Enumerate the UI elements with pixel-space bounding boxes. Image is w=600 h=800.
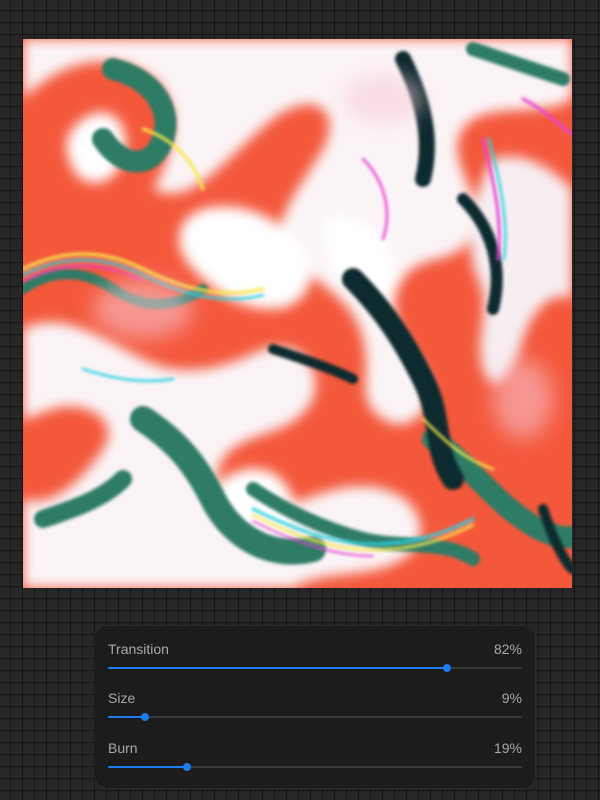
slider-track[interactable] <box>108 664 522 672</box>
slider-thumb[interactable] <box>182 763 191 771</box>
slider-fill <box>108 716 146 718</box>
artwork-canvas[interactable] <box>23 39 572 588</box>
app-background: Transition 82% Size 9% Burn 19% <box>0 0 600 800</box>
burn-slider[interactable]: Burn 19% <box>108 739 522 779</box>
slider-label: Burn <box>108 740 138 756</box>
slider-track[interactable] <box>108 713 522 721</box>
slider-track[interactable] <box>108 763 522 771</box>
liquify-artwork <box>23 39 572 588</box>
slider-thumb[interactable] <box>141 713 150 721</box>
slider-label: Size <box>108 690 136 706</box>
slider-value: 19% <box>493 740 522 756</box>
size-slider[interactable]: Size 9% <box>108 689 522 729</box>
slider-fill <box>108 667 448 669</box>
slider-value: 82% <box>493 641 522 657</box>
slider-label: Transition <box>108 641 169 657</box>
adjustment-panel: Transition 82% Size 9% Burn 19% <box>95 626 535 788</box>
slider-fill <box>108 766 187 768</box>
slider-value: 9% <box>501 690 522 706</box>
slider-thumb[interactable] <box>443 664 452 672</box>
transition-slider[interactable]: Transition 82% <box>108 640 522 680</box>
